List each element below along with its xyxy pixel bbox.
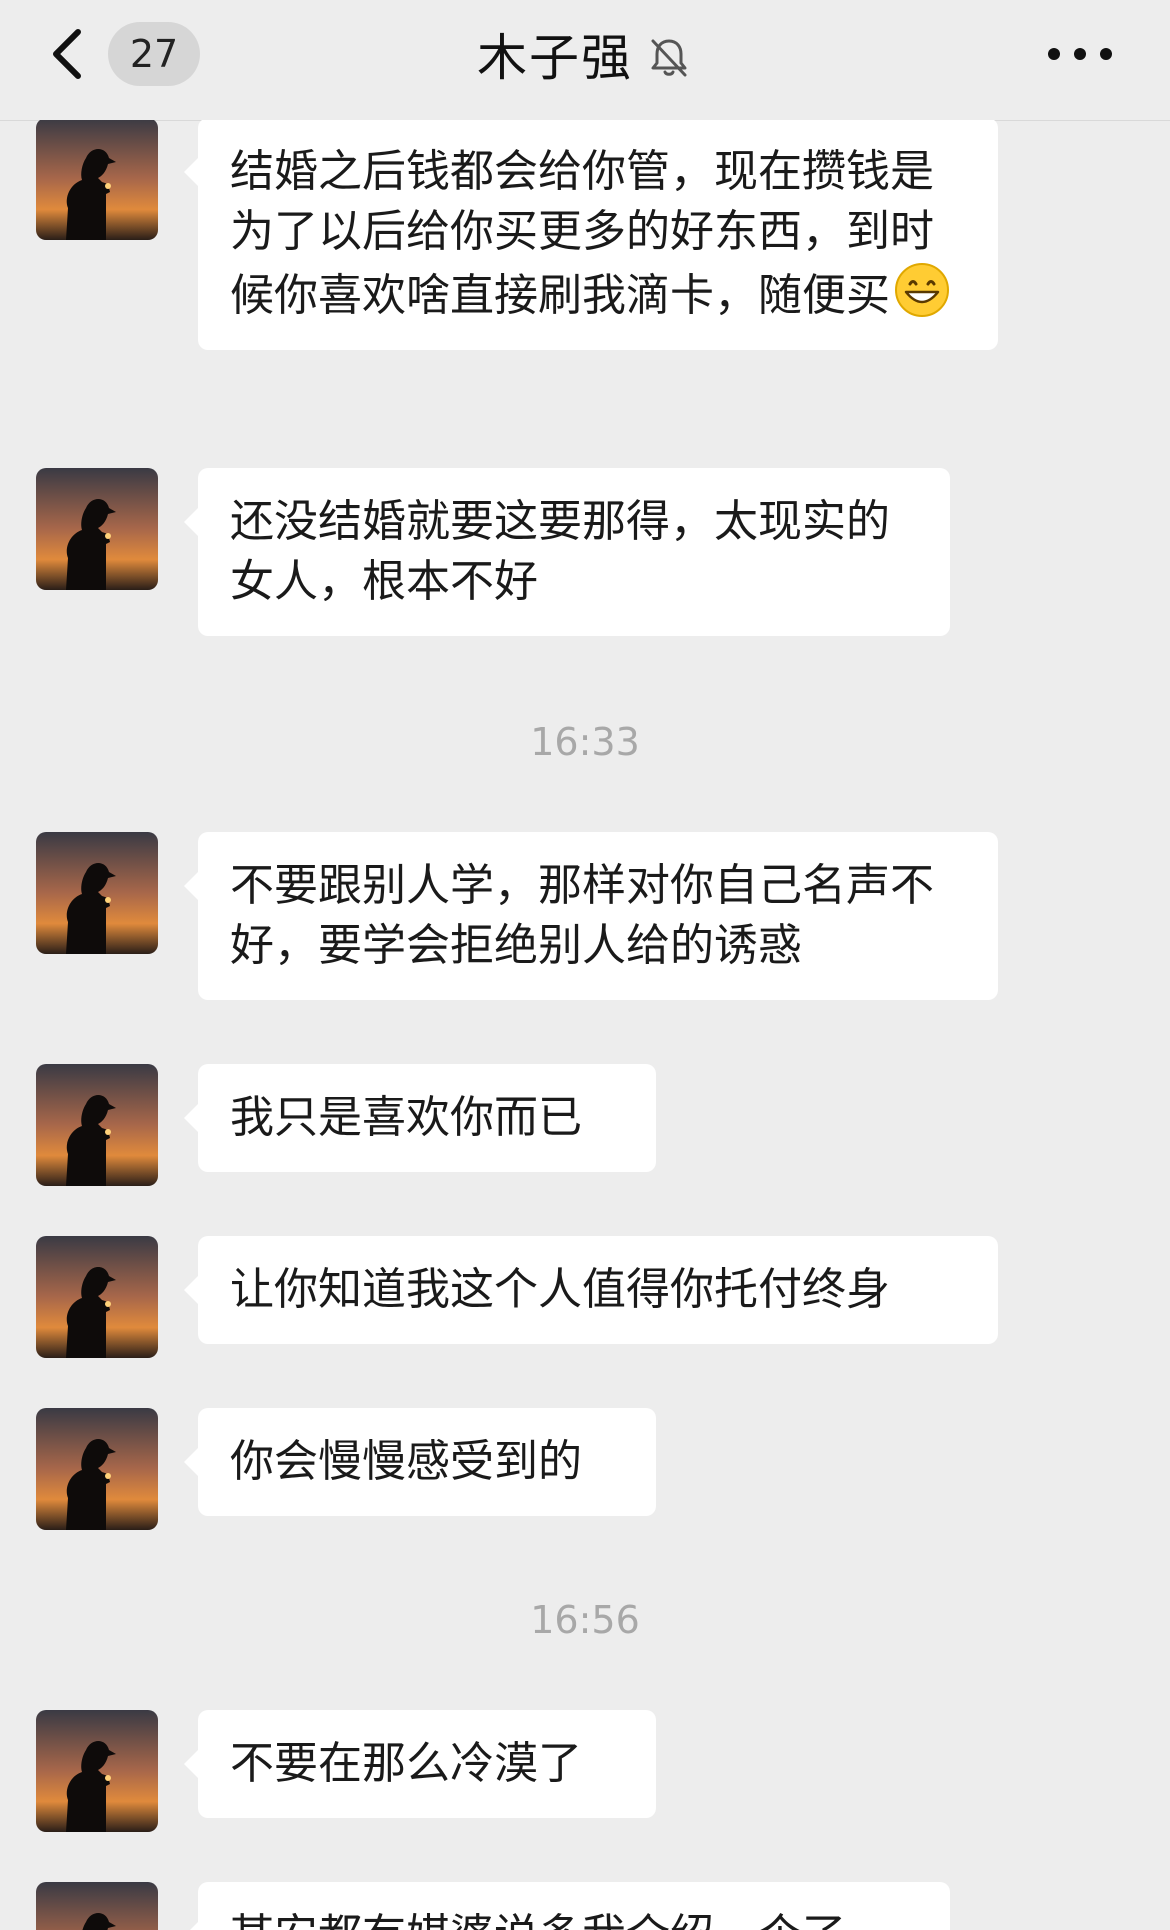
top-bar: 27 木子强 [0,0,1170,121]
unread-count-badge[interactable]: 27 [108,22,200,86]
back-button[interactable] [40,22,100,86]
chat-title: 木子强 [477,29,633,87]
timestamp: 16:56 [530,1598,640,1642]
avatar[interactable] [36,1710,158,1832]
grinning-face-icon [895,263,949,317]
message-bubble[interactable]: 不要在那么冷漠了 [184,1710,656,1818]
message-text: 不要在那么冷漠了 [230,1738,582,1789]
message-bubble[interactable]: 让你知道我这个人值得你托付终身 [184,1236,998,1344]
message-text: 结婚之后钱都会给你管，现在攒钱是为了以后给你买更多的好东西，到时候你喜欢啥直接刷… [230,146,934,321]
chat-message-list[interactable]: 结婚之后钱都会给你管，现在攒钱是为了以后给你买更多的好东西，到时候你喜欢啥直接刷… [0,120,1170,1930]
more-button[interactable] [1040,24,1120,84]
message-bubble[interactable]: 你会慢慢感受到的 [184,1408,656,1516]
chevron-left-icon [53,29,81,79]
ellipsis-icon [1048,48,1112,60]
message-text: 不要跟别人学，那样对你自己名声不好，要学会拒绝别人给的诱惑 [230,860,934,971]
message-text: 你会慢慢感受到的 [230,1436,582,1487]
avatar[interactable] [36,832,158,954]
avatar[interactable] [36,120,158,240]
avatar[interactable] [36,1064,158,1186]
message-bubble[interactable]: 不要跟别人学，那样对你自己名声不好，要学会拒绝别人给的诱惑 [184,832,998,1000]
avatar[interactable] [36,1236,158,1358]
bell-muted-icon [651,39,687,77]
avatar[interactable] [36,1882,158,1930]
avatar[interactable] [36,468,158,590]
avatar[interactable] [36,1408,158,1530]
message-bubble[interactable]: 我只是喜欢你而已 [184,1064,656,1172]
message-bubble[interactable]: 还没结婚就要这要那得，太现实的女人，根本不好 [184,468,950,636]
message-bubble[interactable]: 某安都有媒婆说多我介绍一个了 [184,1882,950,1930]
message-bubble[interactable]: 结婚之后钱都会给你管，现在攒钱是为了以后给你买更多的好东西，到时候你喜欢啥直接刷… [184,120,998,350]
message-text: 我只是喜欢你而已 [230,1092,582,1143]
message-text: 让你知道我这个人值得你托付终身 [230,1264,890,1315]
message-text: 还没结婚就要这要那得，太现实的女人，根本不好 [230,496,890,607]
timestamp: 16:33 [530,720,640,764]
message-text: 某安都有媒婆说多我介绍一个了 [230,1910,846,1930]
